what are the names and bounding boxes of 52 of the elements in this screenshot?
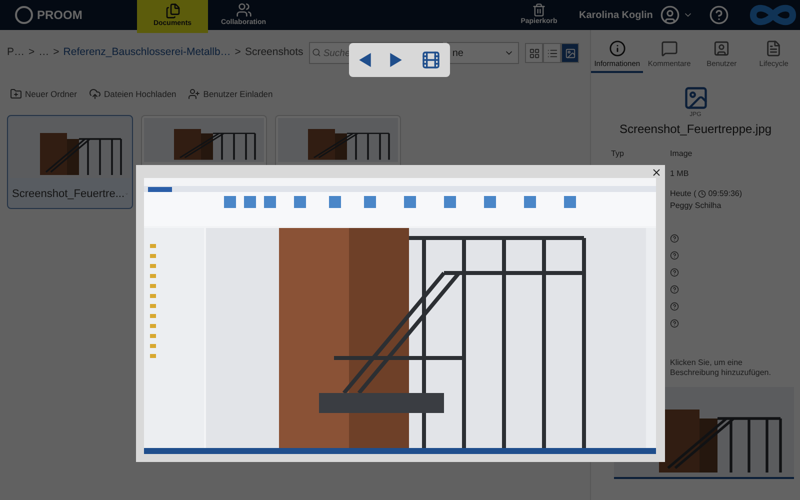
help-icon[interactable] — [670, 251, 679, 260]
toolbar-button[interactable]: Dateien Hochladen — [88, 88, 176, 100]
help-icon[interactable] — [670, 302, 679, 311]
property-value: Image — [670, 148, 692, 160]
breadcrumb-separator: > — [28, 45, 35, 60]
sort-dropdown[interactable]: ne — [447, 42, 520, 64]
toolbar-button[interactable]: Neuer Ordner — [10, 88, 77, 100]
next-icon[interactable] — [390, 53, 402, 67]
toolbar-button[interactable]: Benutzer Einladen — [188, 88, 273, 100]
user-plus-icon — [188, 88, 200, 100]
trash-icon — [532, 2, 546, 17]
property-label: Typ — [611, 149, 624, 158]
breadcrumb-separator: > — [234, 45, 241, 60]
breadcrumb-separator: > — [53, 45, 60, 60]
help-icon[interactable] — [670, 268, 679, 277]
close-icon[interactable] — [651, 167, 662, 178]
folder-plus-icon — [10, 88, 22, 100]
file-name: Screenshot_Feuertre... — [12, 186, 125, 202]
logo-icon — [15, 6, 33, 24]
upload-icon — [88, 88, 101, 100]
user-card-icon — [713, 40, 730, 57]
help-icon[interactable] — [670, 285, 679, 294]
search-icon — [312, 48, 322, 57]
property-user: Peggy Schilha — [670, 200, 722, 212]
avatar-icon[interactable] — [660, 5, 680, 25]
view-toggle[interactable] — [561, 43, 580, 63]
image-icon — [564, 48, 576, 58]
image-file-icon — [682, 85, 708, 111]
property-time: 09:59:36) — [708, 188, 742, 200]
breadcrumb-link[interactable]: … — [38, 45, 50, 61]
help-icon[interactable] — [670, 319, 679, 328]
breadcrumb-link[interactable]: Screenshots — [244, 45, 304, 61]
users-icon — [236, 2, 252, 18]
document-icon — [765, 40, 782, 57]
info-icon — [608, 40, 626, 57]
grid-icon — [528, 48, 540, 58]
view-toggle[interactable] — [543, 43, 562, 63]
file-title: Screenshot_Feuertreppe.jpg — [619, 121, 772, 138]
property-value: Heute ( — [670, 188, 696, 200]
documents-icon — [164, 3, 180, 20]
help-icon[interactable] — [670, 234, 679, 243]
clock-icon — [698, 190, 706, 198]
file-card[interactable]: Screenshot_Feuertre... — [7, 115, 133, 209]
property-value: 1 MB — [670, 168, 689, 180]
comment-icon — [660, 40, 678, 57]
view-toggle[interactable] — [525, 43, 544, 63]
breadcrumb-link[interactable]: P… — [7, 45, 25, 61]
slideshow-icon[interactable] — [420, 50, 440, 70]
previous-icon[interactable] — [358, 53, 370, 67]
user-name: Karolina Koglin — [579, 8, 653, 22]
logo-text: PROOM — [37, 7, 82, 24]
breadcrumb-link[interactable]: Referenz_Bauschlosserei-Metallb… — [63, 45, 231, 61]
